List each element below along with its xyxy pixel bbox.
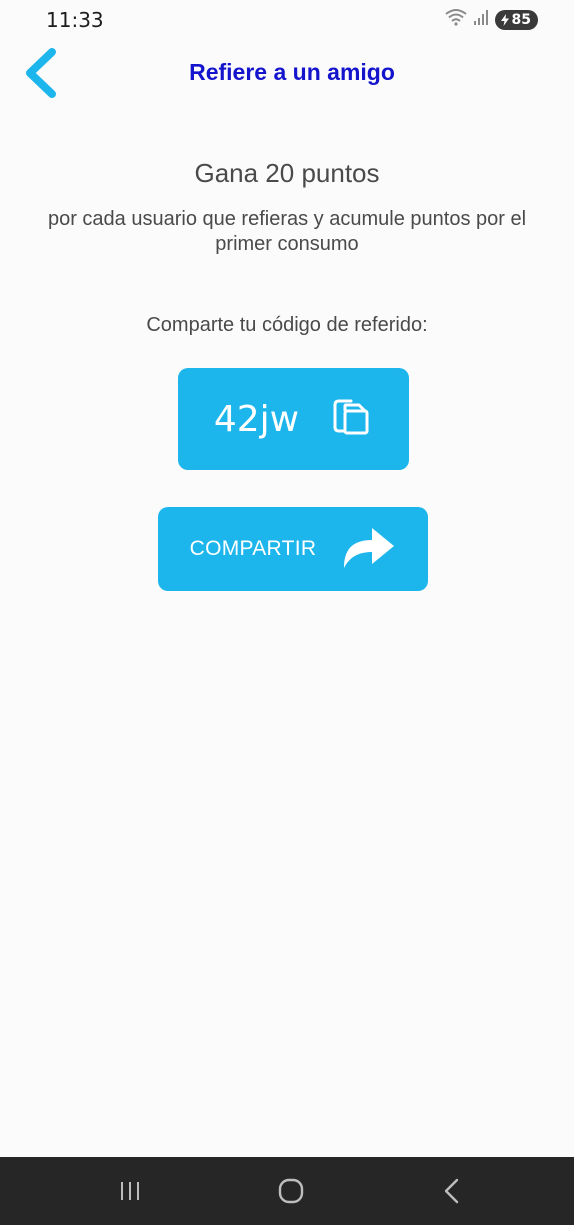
share-button-label: COMPARTIR bbox=[189, 537, 317, 560]
wifi-icon bbox=[444, 8, 467, 31]
battery-level: 85 bbox=[511, 11, 531, 28]
system-nav-bar bbox=[0, 1157, 574, 1225]
referral-code-copy-button[interactable]: 42jw bbox=[178, 368, 409, 470]
screen: 11:33 85 Refiere a un amigo Gana 20 punt… bbox=[0, 0, 574, 1225]
battery-icon: 85 bbox=[494, 9, 538, 30]
copy-icon bbox=[329, 397, 373, 442]
nav-home-button[interactable] bbox=[261, 1167, 321, 1215]
status-icons: 85 bbox=[444, 8, 538, 31]
header: Refiere a un amigo bbox=[0, 44, 574, 106]
status-time: 11:33 bbox=[46, 8, 104, 32]
signal-icon bbox=[473, 8, 489, 31]
description: por cada usuario que refieras y acumule … bbox=[47, 208, 527, 255]
referral-code: 42jw bbox=[213, 398, 300, 440]
home-icon bbox=[278, 1178, 304, 1204]
nav-recents-button[interactable] bbox=[100, 1167, 160, 1215]
share-arrow-icon bbox=[340, 524, 396, 575]
recents-icon bbox=[121, 1182, 139, 1200]
page-title: Refiere a un amigo bbox=[189, 59, 395, 85]
nav-back-button[interactable] bbox=[422, 1167, 482, 1215]
status-bar: 11:33 85 bbox=[0, 0, 574, 40]
charging-bolt-icon bbox=[500, 13, 509, 26]
share-prompt: Comparte tu código de referido: bbox=[146, 314, 428, 336]
share-button[interactable]: COMPARTIR bbox=[158, 507, 428, 591]
headline: Gana 20 puntos bbox=[194, 158, 380, 188]
back-icon bbox=[444, 1178, 459, 1204]
